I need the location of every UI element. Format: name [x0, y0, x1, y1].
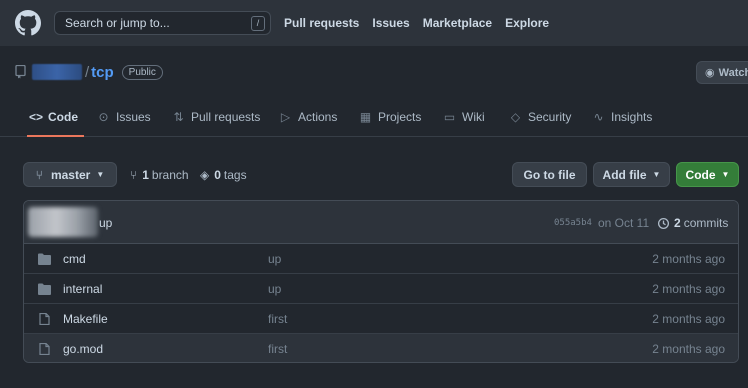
pull-request-icon: ⇅ — [173, 110, 184, 124]
repo-name-link[interactable]: tcp — [91, 64, 114, 81]
search-input[interactable]: Search or jump to... / — [54, 11, 271, 35]
file-listing: up 055a5b4 on Oct 11 2 commits cmd up 2 … — [23, 200, 739, 363]
global-header: Search or jump to... / Pull requests Iss… — [0, 0, 748, 46]
tag-count: 0 — [214, 168, 221, 182]
tab-pull-requests[interactable]: ⇅ Pull requests — [172, 104, 260, 136]
code-button[interactable]: Code ▼ — [676, 162, 739, 187]
file-commit-message[interactable]: up — [268, 252, 281, 266]
commit-count: 2 — [674, 216, 681, 230]
add-file-button[interactable]: Add file ▼ — [593, 162, 670, 187]
commit-date: on Oct 11 — [598, 216, 650, 230]
code-button-label: Code — [685, 167, 716, 182]
search-shortcut-key: / — [251, 16, 265, 31]
tab-label: Code — [48, 110, 78, 124]
commit-count-word: commits — [683, 216, 729, 230]
watch-button[interactable]: ◉ Watch — [696, 61, 748, 84]
branch-select-button[interactable]: ⑂ master ▼ — [23, 162, 117, 187]
tab-label: Insights — [611, 110, 653, 124]
nav-explore[interactable]: Explore — [505, 16, 549, 30]
issue-icon: ⊙ — [98, 110, 109, 124]
play-icon: ▷ — [280, 110, 291, 124]
commits-link[interactable]: 2 commits — [657, 216, 728, 230]
tab-label: Actions — [298, 110, 338, 124]
tags-link[interactable]: ◈ 0 tags — [200, 168, 247, 182]
github-logo-icon[interactable] — [15, 10, 41, 36]
nav-issues[interactable]: Issues — [372, 16, 409, 30]
table-icon: ▦ — [359, 110, 372, 124]
file-row[interactable]: go.mod first 2 months ago — [24, 334, 738, 362]
book-icon: ▭ — [443, 110, 456, 124]
file-name[interactable]: cmd — [63, 252, 86, 266]
caret-down-icon: ▼ — [721, 170, 730, 179]
code-icon: <> — [29, 110, 44, 124]
nav-pull-requests[interactable]: Pull requests — [284, 16, 359, 30]
tab-insights[interactable]: ∿ Insights — [592, 104, 652, 136]
branch-word: branch — [151, 168, 189, 182]
owner-name-redacted[interactable] — [32, 64, 82, 80]
file-age: 2 months ago — [652, 282, 725, 296]
repo-icon — [15, 65, 26, 79]
caret-down-icon: ▼ — [96, 170, 105, 179]
file-row[interactable]: Makefile first 2 months ago — [24, 304, 738, 334]
tab-projects[interactable]: ▦ Projects — [359, 104, 422, 136]
repo-title: / tcp Public — [15, 62, 163, 82]
tag-word: tags — [223, 168, 247, 182]
tab-label: Projects — [378, 110, 422, 124]
file-age: 2 months ago — [652, 342, 725, 356]
file-age: 2 months ago — [652, 252, 725, 266]
tab-label: Wiki — [462, 110, 485, 124]
repo-tabs: <> Code ⊙ Issues ⇅ Pull requests ▷ Actio… — [0, 104, 748, 137]
repo-path-separator: / — [85, 63, 90, 81]
branch-count: 1 — [142, 168, 149, 182]
watch-label: Watch — [718, 66, 748, 79]
tab-label: Pull requests — [191, 110, 261, 124]
visibility-badge: Public — [121, 64, 163, 80]
file-row[interactable]: internal up 2 months ago — [24, 274, 738, 304]
tag-icon: ◈ — [200, 168, 210, 182]
graph-icon: ∿ — [593, 110, 604, 124]
tab-issues[interactable]: ⊙ Issues — [97, 104, 151, 136]
file-name[interactable]: go.mod — [63, 342, 103, 356]
folder-icon — [38, 283, 51, 295]
tab-security[interactable]: ◇ Security — [509, 104, 571, 136]
avatar[interactable] — [28, 207, 98, 237]
branches-link[interactable]: ⑂ 1 branch — [130, 168, 189, 182]
file-commit-message[interactable]: first — [268, 342, 287, 356]
add-file-label: Add file — [602, 167, 647, 182]
tab-code[interactable]: <> Code — [27, 104, 84, 137]
tab-actions[interactable]: ▷ Actions — [279, 104, 337, 136]
eye-icon: ◉ — [705, 67, 715, 79]
go-to-file-button[interactable]: Go to file — [512, 162, 587, 187]
file-row[interactable]: cmd up 2 months ago — [24, 244, 738, 274]
file-commit-message[interactable]: first — [268, 312, 287, 326]
commit-message[interactable]: up — [99, 216, 112, 230]
tab-wiki[interactable]: ▭ Wiki — [443, 104, 485, 136]
shield-icon: ◇ — [510, 110, 521, 124]
file-name[interactable]: internal — [63, 282, 102, 296]
global-nav: Pull requests Issues Marketplace Explore — [284, 16, 562, 30]
commit-sha[interactable]: 055a5b4 — [554, 218, 592, 228]
nav-marketplace[interactable]: Marketplace — [423, 16, 492, 30]
latest-commit-row: up 055a5b4 on Oct 11 2 commits — [24, 201, 738, 244]
file-icon — [39, 343, 50, 355]
history-icon — [657, 217, 670, 229]
file-name[interactable]: Makefile — [63, 312, 108, 326]
branch-name: master — [50, 167, 91, 182]
branch-icon: ⑂ — [130, 168, 138, 182]
branch-icon: ⑂ — [35, 167, 43, 182]
caret-down-icon: ▼ — [652, 170, 661, 179]
file-commit-message[interactable]: up — [268, 282, 281, 296]
folder-icon — [38, 253, 51, 265]
search-placeholder: Search or jump to... — [65, 16, 170, 30]
file-age: 2 months ago — [652, 312, 725, 326]
tab-label: Issues — [116, 110, 151, 124]
file-icon — [39, 313, 50, 325]
tab-label: Security — [528, 110, 572, 124]
